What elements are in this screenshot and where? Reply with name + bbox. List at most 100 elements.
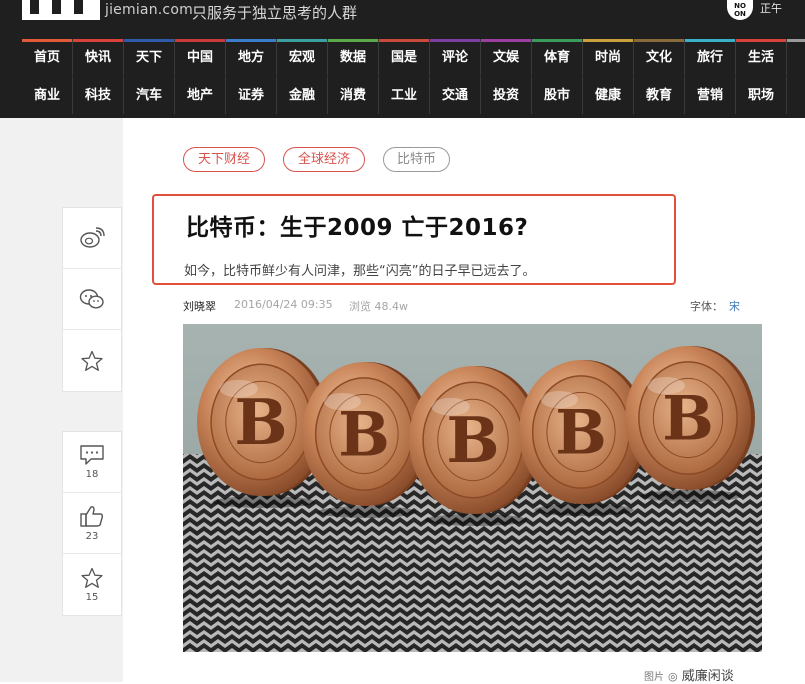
nav-primary-item[interactable]: 文娱 — [481, 39, 532, 76]
nav-secondary-item[interactable]: 商 — [787, 77, 805, 114]
nav-primary-item[interactable]: 天下 — [124, 39, 175, 76]
nav-secondary-item[interactable]: 科技 — [73, 77, 124, 114]
share-panel — [62, 207, 122, 392]
nav-primary-item[interactable]: 体育 — [532, 39, 583, 76]
nav-primary-item[interactable]: 首页 — [22, 39, 73, 76]
article-date: 2016/04/24 09:35 — [234, 298, 333, 311]
nav-label: 体育 — [543, 50, 570, 65]
like-button[interactable]: 23 — [63, 493, 121, 554]
wechat-icon — [79, 289, 104, 309]
nav-accent-bar — [736, 39, 786, 42]
nav-label: 旅行 — [696, 50, 723, 65]
nav-accent-bar — [328, 39, 378, 42]
nav-label: 消费 — [339, 88, 366, 103]
nav-secondary-item[interactable]: 营销 — [685, 77, 736, 114]
nav-accent-bar — [430, 39, 480, 42]
nav-label: 国是 — [390, 50, 417, 65]
tag-global-economy[interactable]: 全球经济 — [283, 147, 365, 172]
nav-accent-bar — [124, 39, 174, 42]
tag-world-finance[interactable]: 天下财经 — [183, 147, 265, 172]
comment-button[interactable]: 18 — [63, 432, 121, 493]
site-header: jiemian.com 只服务于独立思考的人群 NO ON 正午 首页 快讯 天下 中… — [0, 0, 805, 118]
nav-secondary-item[interactable]: 健康 — [583, 77, 634, 114]
nav-label: 投资 — [492, 88, 519, 103]
star-icon — [81, 567, 103, 588]
nav-label: 中国 — [186, 50, 213, 65]
nav-label: 证券 — [237, 88, 264, 103]
nav-label: 职场 — [747, 88, 774, 103]
nav-secondary-item[interactable]: 股市 — [532, 77, 583, 114]
watermark-prefix: 图片 — [644, 672, 664, 683]
jiemian-logo[interactable] — [22, 0, 100, 20]
article-title: 比特币：生于2009 亡于2016? — [186, 215, 529, 241]
nav-label: 交通 — [441, 88, 468, 103]
collect-button[interactable]: 15 — [63, 554, 121, 615]
nav-label: 天下 — [135, 50, 162, 65]
nav-primary-item[interactable]: 中国 — [175, 39, 226, 76]
wechat-icon: ◎ — [668, 670, 678, 683]
nav-label: 科技 — [84, 88, 111, 103]
nav-label: 金融 — [288, 88, 315, 103]
nav-primary-item[interactable]: 文化 — [634, 39, 685, 76]
collect-count: 15 — [85, 591, 99, 603]
bitcoin-symbol-icon: B — [555, 398, 607, 469]
bitcoin-symbol-icon: B — [338, 400, 390, 471]
nav-accent-bar — [481, 39, 531, 42]
noon-logo[interactable]: NO ON — [727, 0, 753, 20]
nav-accent-bar — [634, 39, 684, 42]
nav-primary-item[interactable]: 评论 — [430, 39, 481, 76]
nav-label: 首页 — [33, 50, 60, 65]
share-weibo-button[interactable] — [63, 208, 121, 269]
tag-bitcoin[interactable]: 比特币 — [383, 147, 450, 172]
article-summary: 如今，比特币鲜少有人问津，那些“闪亮”的日子早已远去了。 — [184, 264, 536, 279]
nav-secondary-item[interactable]: 消费 — [328, 77, 379, 114]
comment-icon — [80, 445, 104, 465]
nav-primary-item[interactable]: 旅行 — [685, 39, 736, 76]
nav-accent-bar — [73, 39, 123, 42]
nav-label: 地产 — [186, 88, 213, 103]
nav-secondary-item[interactable]: 职场 — [736, 77, 787, 114]
thumbs-up-icon — [80, 506, 104, 527]
nav-secondary-item[interactable]: 汽车 — [124, 77, 175, 114]
headline-highlight: 比特币：生于2009 亡于2016? 如今，比特币鲜少有人问津，那些“闪亮”的日… — [152, 194, 676, 285]
nav-accent-bar — [532, 39, 582, 42]
article-author[interactable]: 刘晓翠 — [183, 298, 216, 314]
nav-primary-item[interactable]: 宏观 — [277, 39, 328, 76]
nav-row-primary: 首页 快讯 天下 中国 地方 宏观 数据 国是 评论 文娱 体育 时尚 文化 旅行 生活酒 — [22, 39, 805, 76]
nav-primary-item[interactable]: 生活 — [736, 39, 787, 76]
nav-accent-bar — [226, 39, 276, 42]
nav-secondary-item[interactable]: 金融 — [277, 77, 328, 114]
favorite-button[interactable] — [63, 330, 121, 391]
site-url[interactable]: jiemian.com — [105, 2, 193, 18]
nav-primary-item[interactable]: 酒 — [787, 39, 805, 76]
noon-link[interactable]: 正午 — [760, 0, 782, 16]
nav-label: 生活 — [747, 50, 774, 65]
nav-primary-item[interactable]: 数据 — [328, 39, 379, 76]
nav-primary-item[interactable]: 快讯 — [73, 39, 124, 76]
share-wechat-button[interactable] — [63, 269, 121, 330]
nav-label: 汽车 — [135, 88, 162, 103]
comment-count: 18 — [85, 469, 99, 480]
nav-secondary-item[interactable]: 交通 — [430, 77, 481, 114]
nav-primary-item[interactable]: 时尚 — [583, 39, 634, 76]
nav-secondary-item[interactable]: 工业 — [379, 77, 430, 114]
bitcoin-symbol-icon: B — [662, 384, 714, 455]
nav-primary-item[interactable]: 地方 — [226, 39, 277, 76]
article-photo: BBBBB — [183, 324, 762, 652]
nav-secondary-item[interactable]: 投资 — [481, 77, 532, 114]
nav-label: 文娱 — [492, 50, 519, 65]
star-icon — [81, 350, 103, 371]
nav-secondary-item[interactable]: 证券 — [226, 77, 277, 114]
nav-primary-item[interactable]: 国是 — [379, 39, 430, 76]
nav-secondary-item[interactable]: 教育 — [634, 77, 685, 114]
nav-accent-bar — [277, 39, 327, 42]
nav-accent-bar — [787, 39, 805, 42]
nav-accent-bar — [583, 39, 633, 42]
engagement-panel: 18 23 15 — [62, 431, 122, 616]
nav-secondary-item[interactable]: 地产 — [175, 77, 226, 114]
nav-label: 时尚 — [594, 50, 621, 65]
weibo-icon — [80, 227, 105, 248]
font-option[interactable]: 宋 — [729, 298, 740, 314]
nav-label: 营销 — [696, 88, 723, 103]
nav-secondary-item[interactable]: 商业 — [22, 77, 73, 114]
